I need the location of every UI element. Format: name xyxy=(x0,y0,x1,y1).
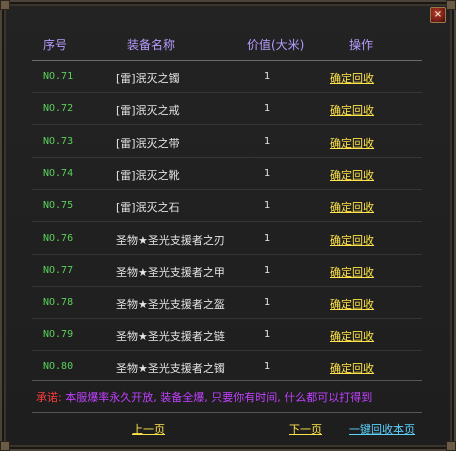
item-value: 1 xyxy=(264,200,271,211)
item-value: 1 xyxy=(264,233,271,244)
frame-corner xyxy=(446,441,456,451)
notice-text: 本服爆率永久开放, 装备全爆, 只要你有时间, 什么都可以打得到 xyxy=(65,391,373,404)
confirm-recycle-link[interactable]: 确定回收 xyxy=(330,296,374,312)
item-name: 圣物★圣光支援者之链 xyxy=(116,330,225,343)
frame-corner xyxy=(446,0,456,10)
item-value: 1 xyxy=(264,71,271,82)
promise-notice: 承诺: 本服爆率永久开放, 装备全爆, 只要你有时间, 什么都可以打得到 xyxy=(36,389,426,405)
header-item-name: 装备名称 xyxy=(127,38,176,52)
item-value: 1 xyxy=(264,297,271,308)
item-name: [雷]泯灭之戒 xyxy=(116,104,180,117)
item-name: [雷]泯灭之带 xyxy=(116,137,180,150)
table-row: NO.74 [雷]泯灭之靴 1 确定回收 xyxy=(2,168,456,200)
row-number: NO.80 xyxy=(43,361,74,372)
item-value: 1 xyxy=(264,103,271,114)
row-number: NO.71 xyxy=(43,71,74,82)
row-divider xyxy=(32,318,422,319)
table-row: NO.73 [雷]泯灭之带 1 确定回收 xyxy=(2,136,456,168)
confirm-recycle-link[interactable]: 确定回收 xyxy=(330,264,374,280)
item-value: 1 xyxy=(264,265,271,276)
row-number: NO.76 xyxy=(43,233,74,244)
prev-page-link[interactable]: 上一页 xyxy=(132,421,165,437)
confirm-recycle-link[interactable]: 确定回收 xyxy=(330,135,374,151)
row-divider xyxy=(32,254,422,255)
item-value: 1 xyxy=(264,168,271,179)
frame-corner xyxy=(0,0,10,10)
table-row: NO.71 [雷]泯灭之镯 1 确定回收 xyxy=(2,71,456,103)
table-row: NO.78 圣物★圣光支援者之盔 1 确定回收 xyxy=(2,297,456,329)
notice-divider xyxy=(32,412,422,413)
item-value: 1 xyxy=(264,361,271,372)
recycle-window: × 序号 装备名称 价值(大米) 操作 NO.71 [雷]泯灭之镯 1 确定回收… xyxy=(0,0,456,451)
row-divider xyxy=(32,286,422,287)
item-name: [雷]泯灭之镯 xyxy=(116,72,180,85)
item-name: 圣物★圣光支援者之盔 xyxy=(116,298,225,311)
confirm-recycle-link[interactable]: 确定回收 xyxy=(330,232,374,248)
notice-label: 承诺: xyxy=(36,391,62,404)
item-name: [雷]泯灭之靴 xyxy=(116,169,180,182)
table-row: NO.76 圣物★圣光支援者之刃 1 确定回收 xyxy=(2,233,456,265)
item-name: [雷]泯灭之石 xyxy=(116,201,180,214)
item-name: 圣物★圣光支援者之镯 xyxy=(116,362,225,375)
item-name: 圣物★圣光支援者之刃 xyxy=(116,234,225,247)
next-page-link[interactable]: 下一页 xyxy=(289,421,322,437)
row-divider xyxy=(32,157,422,158)
header-divider xyxy=(32,60,422,61)
table-row: NO.75 [雷]泯灭之石 1 确定回收 xyxy=(2,200,456,232)
confirm-recycle-link[interactable]: 确定回收 xyxy=(330,328,374,344)
row-number: NO.77 xyxy=(43,265,74,276)
notice-divider xyxy=(32,380,422,381)
row-divider xyxy=(32,350,422,351)
row-divider xyxy=(32,189,422,190)
close-button[interactable]: × xyxy=(430,7,446,23)
table-row: NO.77 圣物★圣光支援者之甲 1 确定回收 xyxy=(2,265,456,297)
header-operation: 操作 xyxy=(349,38,374,52)
row-number: NO.73 xyxy=(43,136,74,147)
confirm-recycle-link[interactable]: 确定回收 xyxy=(330,102,374,118)
frame-corner xyxy=(0,441,10,451)
confirm-recycle-link[interactable]: 确定回收 xyxy=(330,199,374,215)
item-name: 圣物★圣光支援者之甲 xyxy=(116,266,225,279)
row-number: NO.72 xyxy=(43,103,74,114)
item-value: 1 xyxy=(264,136,271,147)
confirm-recycle-link[interactable]: 确定回收 xyxy=(330,167,374,183)
header-value: 价值(大米) xyxy=(247,38,305,52)
close-icon: × xyxy=(433,9,443,20)
row-divider xyxy=(32,221,422,222)
row-divider xyxy=(32,124,422,125)
confirm-recycle-link[interactable]: 确定回收 xyxy=(330,70,374,86)
row-number: NO.75 xyxy=(43,200,74,211)
row-number: NO.78 xyxy=(43,297,74,308)
table-row: NO.72 [雷]泯灭之戒 1 确定回收 xyxy=(2,103,456,135)
item-value: 1 xyxy=(264,329,271,340)
header-no: 序号 xyxy=(43,38,68,52)
confirm-recycle-link[interactable]: 确定回收 xyxy=(330,360,374,376)
row-number: NO.74 xyxy=(43,168,74,179)
recycle-all-page-link[interactable]: 一键回收本页 xyxy=(349,421,415,437)
row-number: NO.79 xyxy=(43,329,74,340)
row-divider xyxy=(32,92,422,93)
table-row: NO.79 圣物★圣光支援者之链 1 确定回收 xyxy=(2,329,456,361)
